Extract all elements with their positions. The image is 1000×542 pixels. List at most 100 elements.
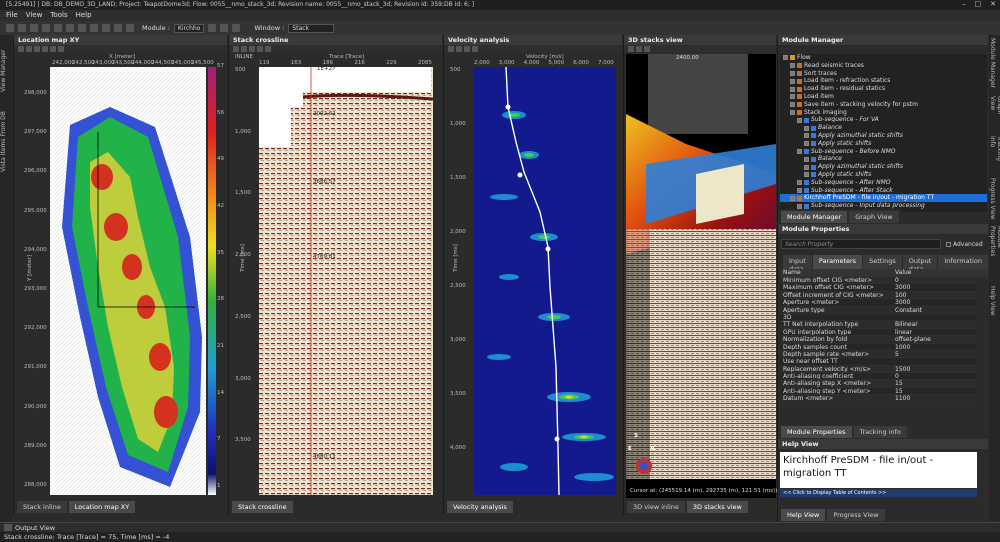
tree-item[interactable]: Save item - stacking velocity for pstm <box>780 101 987 109</box>
toc-link[interactable]: << Click to Display Table of Contents >> <box>780 489 977 497</box>
tool-icon[interactable] <box>66 24 74 32</box>
property-row[interactable]: Anti-aliasing coefficient 0 <box>780 373 976 381</box>
maximize-icon[interactable]: □ <box>975 0 982 10</box>
side-tab-progress-view[interactable]: Progress View <box>989 175 996 223</box>
side-tab-module-manager[interactable]: Module Manager <box>989 35 996 93</box>
seismic-section-canvas[interactable] <box>259 67 433 495</box>
tool-icon[interactable] <box>6 24 14 32</box>
tool-icon[interactable] <box>220 24 229 32</box>
property-value[interactable]: Constant <box>895 307 922 313</box>
checkbox-icon[interactable] <box>790 78 795 84</box>
tree-item[interactable]: Sub-sequence - For VA <box>780 116 987 124</box>
property-row[interactable]: Replacement velocity <m/s> 1500 <box>780 365 976 374</box>
tree-item[interactable]: Apply static shifts <box>780 140 987 148</box>
property-value[interactable]: 1500 <box>895 366 910 372</box>
property-value[interactable]: 1000 <box>895 344 910 350</box>
tool-icon[interactable] <box>42 24 50 32</box>
checkbox-icon[interactable] <box>797 187 802 193</box>
tool-icon[interactable] <box>257 46 263 52</box>
menu-tools[interactable]: Tools <box>50 11 67 20</box>
checkbox-icon[interactable] <box>804 172 809 178</box>
tool-icon[interactable] <box>102 24 110 32</box>
tab-stack-inline[interactable]: Stack inline <box>17 501 67 513</box>
tab-help-view[interactable]: Help View <box>781 509 826 521</box>
tool-icon[interactable] <box>78 24 86 32</box>
tree-item[interactable]: Load item <box>780 93 987 101</box>
property-value[interactable]: 3000 <box>895 299 910 305</box>
tool-icon[interactable] <box>50 46 56 52</box>
tree-item[interactable]: Read seismic traces <box>780 62 987 70</box>
tree-item[interactable]: Load item - residual statics <box>780 85 987 93</box>
menu-view[interactable]: View <box>26 11 43 20</box>
property-row[interactable]: TT Net interpolation type Bilinear <box>780 321 976 329</box>
tree-item[interactable]: Kirchhoff PreSDM - file in/out - migrati… <box>780 194 987 203</box>
checkbox-icon[interactable] <box>804 125 809 131</box>
tab-module-properties[interactable]: Module Properties <box>781 426 852 438</box>
tool-icon[interactable] <box>628 46 634 52</box>
3d-scene-canvas[interactable] <box>626 54 776 498</box>
checkbox-icon[interactable] <box>790 63 795 69</box>
tool-icon[interactable] <box>472 46 478 52</box>
property-row[interactable]: Aperture <meter> 3000 <box>780 299 976 307</box>
property-value[interactable]: 0 <box>895 373 899 379</box>
window-select[interactable]: Stack <box>288 23 335 33</box>
tool-icon[interactable] <box>456 46 462 52</box>
property-value[interactable]: 100 <box>895 292 906 298</box>
tool-icon[interactable] <box>18 24 26 32</box>
tool-icon[interactable] <box>208 24 217 32</box>
tool-icon[interactable] <box>54 24 62 32</box>
property-row[interactable]: GPU interpolation type linear <box>780 328 976 337</box>
tree-item[interactable]: Stack imaging <box>780 109 987 117</box>
property-row[interactable]: Use near offset TT <box>780 358 976 366</box>
properties-table[interactable]: Minimum offset CIG <meter> 0 Maximum offse… <box>780 277 976 403</box>
module-select[interactable]: Kirchho <box>173 23 205 33</box>
checkbox-icon[interactable] <box>804 156 809 162</box>
checkbox-icon[interactable] <box>797 148 802 154</box>
tree-item[interactable]: Balance <box>780 124 987 132</box>
tree-item[interactable]: Balance <box>780 155 987 163</box>
tree-item[interactable]: Apply static shifts <box>780 171 987 179</box>
checkbox-icon[interactable] <box>797 180 802 186</box>
tool-icon[interactable] <box>126 24 134 32</box>
property-value[interactable]: 0 <box>895 277 899 283</box>
tree-item[interactable]: Flow <box>780 54 987 62</box>
side-tab-help-view[interactable]: Help View <box>989 283 996 323</box>
checkbox-icon[interactable] <box>790 94 795 100</box>
tool-icon[interactable] <box>30 24 38 32</box>
tool-icon[interactable] <box>249 46 255 52</box>
tool-icon[interactable] <box>42 46 48 52</box>
tree-item[interactable]: Sub-sequence - After Stack <box>780 187 987 195</box>
tool-icon[interactable] <box>241 46 247 52</box>
property-value[interactable]: linear <box>895 329 912 335</box>
tab-graph-view[interactable]: Graph View <box>849 211 899 223</box>
property-value[interactable]: 5 <box>895 351 899 357</box>
checkbox-icon[interactable] <box>804 133 809 139</box>
tab-3d-stacks-view[interactable]: 3D stacks view <box>686 501 748 513</box>
tool-icon[interactable] <box>232 24 241 32</box>
tool-icon[interactable] <box>233 46 239 52</box>
tree-item[interactable]: Load item - refraction statics <box>780 77 987 85</box>
side-tab-graph-view[interactable]: Graph View <box>989 93 1000 133</box>
semblance-canvas[interactable] <box>474 67 616 495</box>
tool-icon[interactable] <box>114 24 122 32</box>
menu-file[interactable]: File <box>6 11 18 20</box>
property-value[interactable]: 15 <box>895 388 903 394</box>
tool-icon[interactable] <box>464 46 470 52</box>
property-row[interactable]: Depth samples count 1000 <box>780 343 976 351</box>
property-row[interactable]: Anti-aliasing step X <meter> 15 <box>780 380 976 388</box>
checkbox-icon[interactable] <box>797 117 802 123</box>
checkbox-icon[interactable] <box>804 141 809 147</box>
property-row[interactable]: Aperture type Constant <box>780 306 976 314</box>
tab-tracking-info[interactable]: Tracking info <box>853 426 907 438</box>
property-row[interactable]: Depth sample rate <meter> 5 <box>780 350 976 359</box>
checkbox-icon[interactable] <box>790 195 795 201</box>
tree-item[interactable]: Sub-sequence - Before NMO <box>780 148 987 156</box>
side-tab-vista-items[interactable]: Vista Items From DB <box>0 95 7 175</box>
property-value[interactable]: 15 <box>895 380 903 386</box>
tab-stack-crossline[interactable]: Stack crossline <box>232 501 293 513</box>
property-value[interactable]: offset-plane <box>895 336 931 342</box>
tree-item[interactable]: Apply azimuthal static shifts <box>780 163 987 171</box>
tree-item[interactable]: Apply azimuthal static shifts <box>780 132 987 140</box>
tab-output-view[interactable]: Output View <box>15 524 55 532</box>
tool-icon[interactable] <box>636 46 642 52</box>
